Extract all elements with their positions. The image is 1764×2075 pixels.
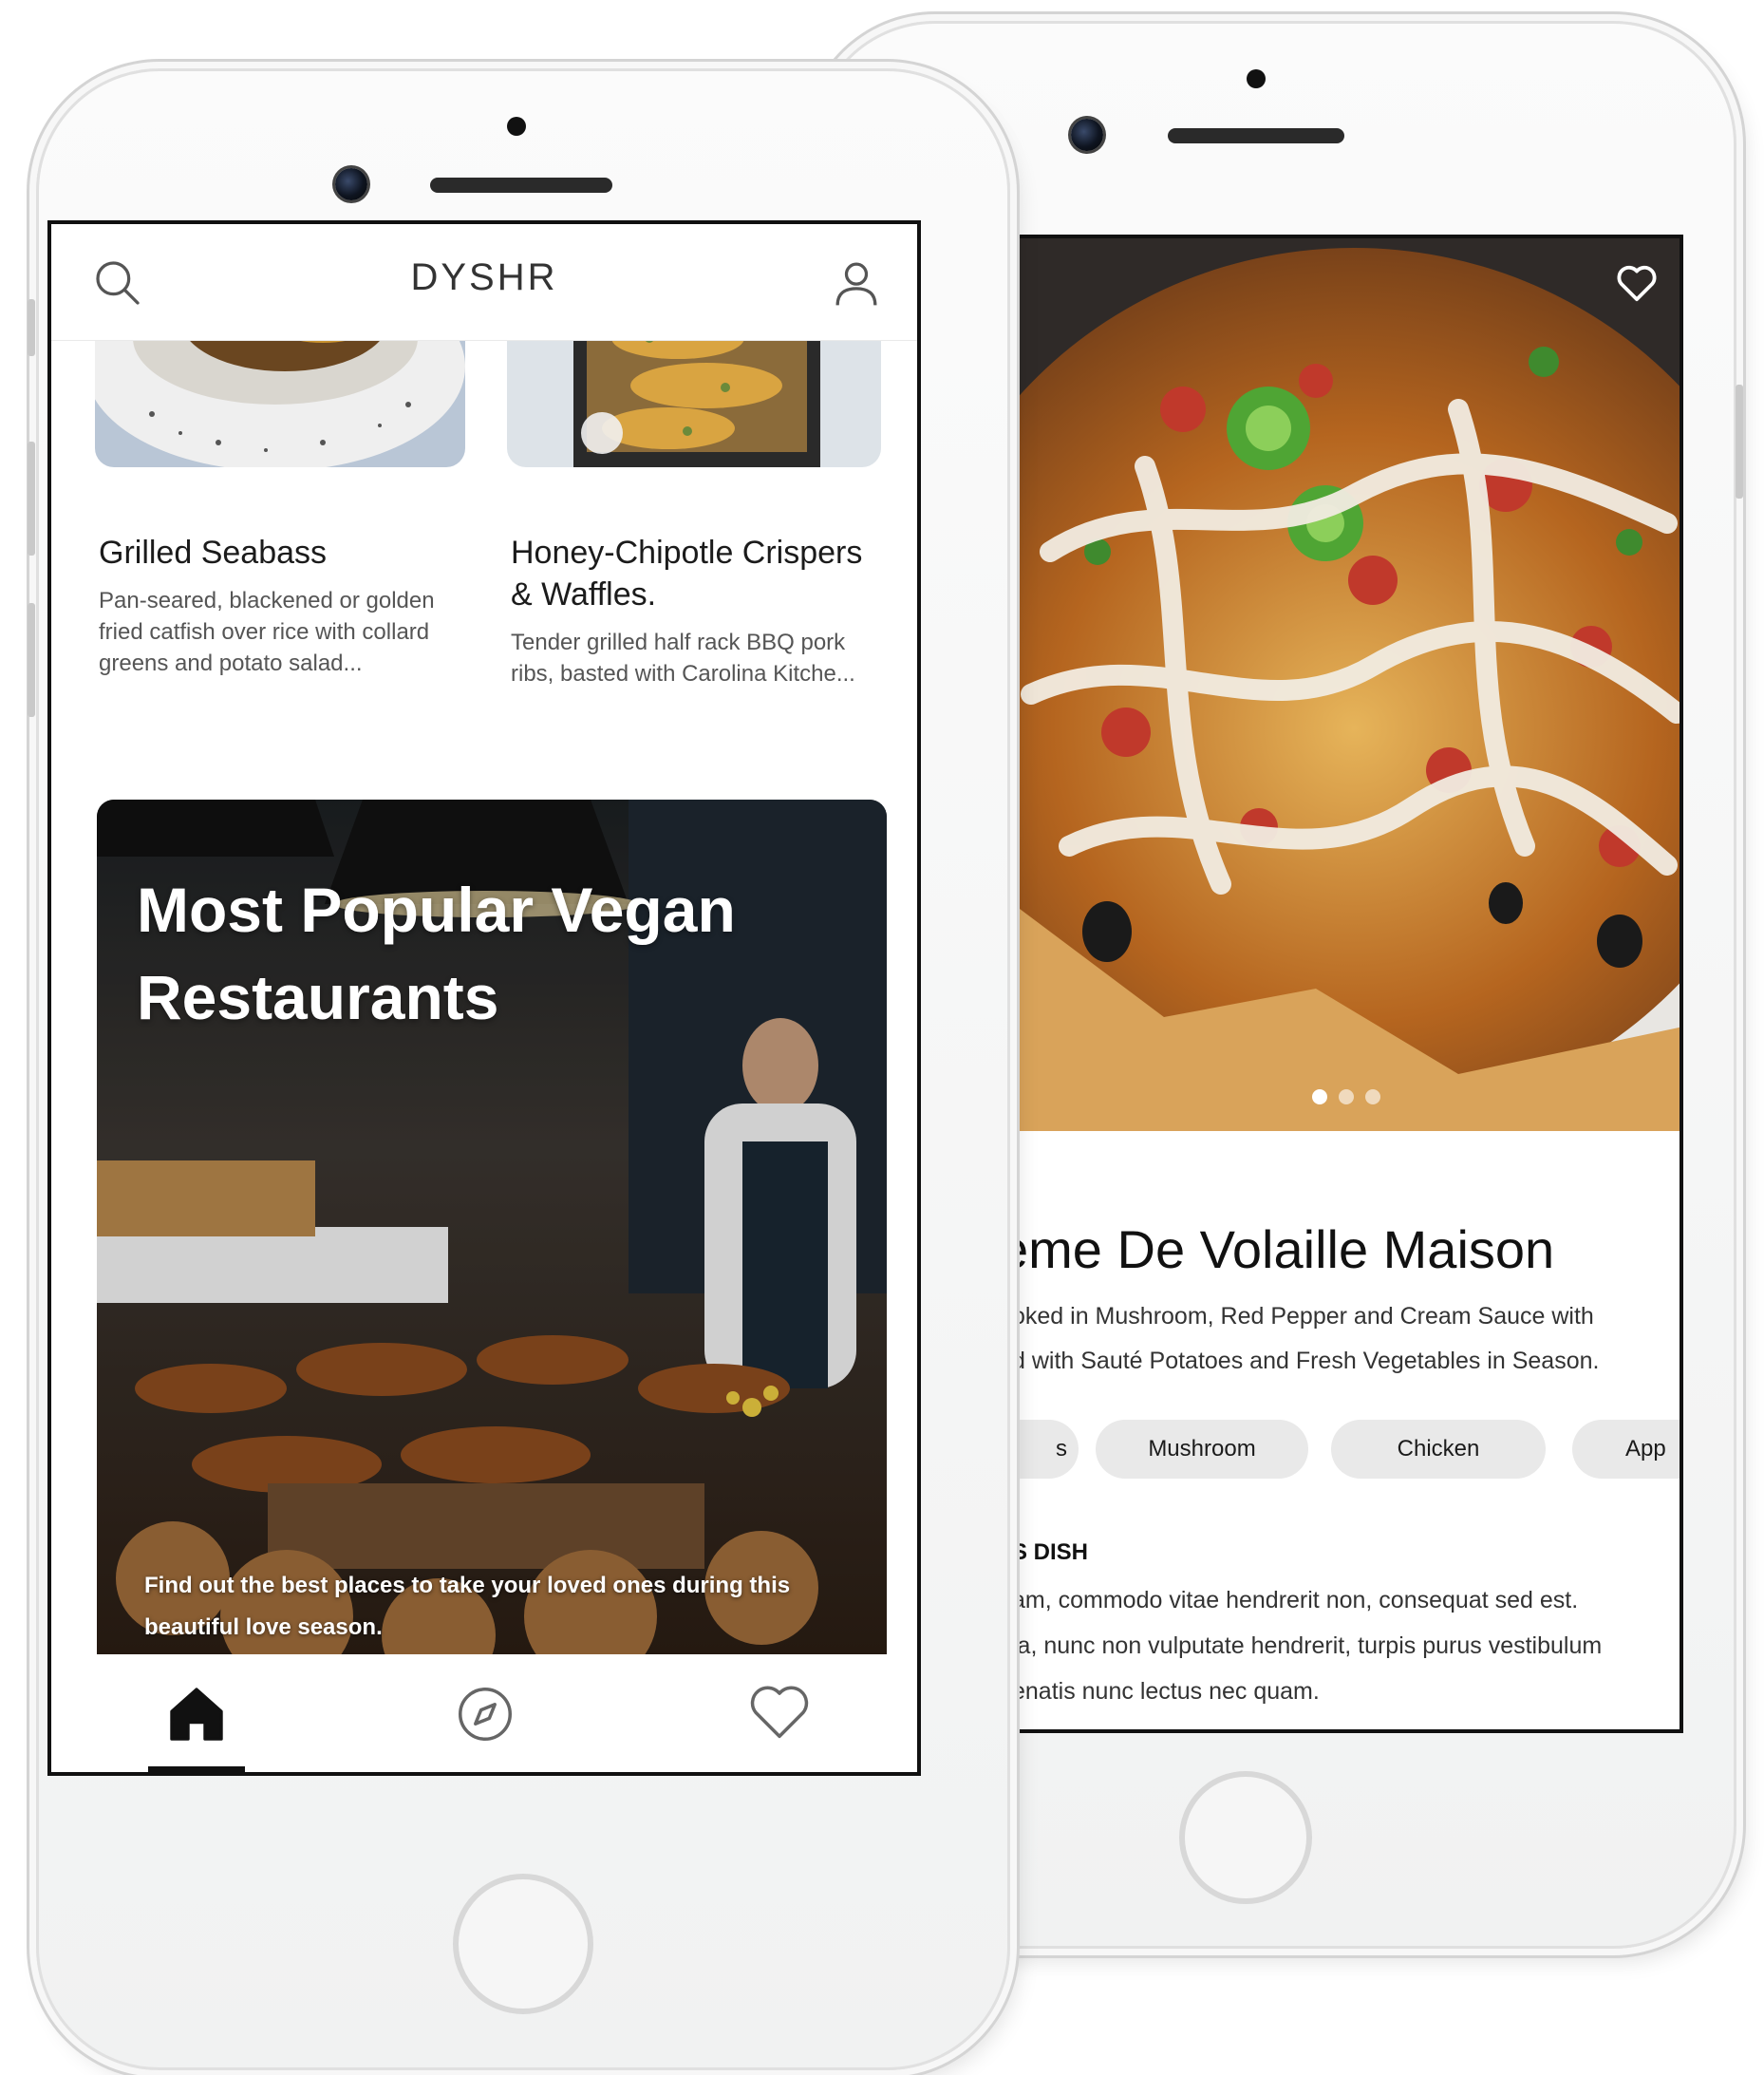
section-body: am, commodo vitae hendrerit non, consequ… <box>1012 1577 1602 1714</box>
app-brand: DYSHR <box>410 256 558 298</box>
front-camera <box>1071 119 1103 151</box>
power-button <box>1736 385 1743 499</box>
tag-chip-mushroom[interactable]: Mushroom <box>1096 1420 1308 1479</box>
compass-icon[interactable] <box>452 1681 518 1747</box>
tag-chip-chicken[interactable]: Chicken <box>1331 1420 1546 1479</box>
section-line: la, nunc non vulputate hendrerit, turpis… <box>1012 1632 1603 1659</box>
banner-title: Most Popular Vegan Restaurants <box>137 875 736 1032</box>
app-header: DYSHR <box>51 224 917 341</box>
card-title[interactable]: Grilled Seabass <box>99 532 460 574</box>
user-icon[interactable] <box>830 256 883 310</box>
tag-chip[interactable]: App <box>1572 1420 1680 1479</box>
home-icon[interactable] <box>163 1681 230 1747</box>
dish-description: oked in Mushroom, Red Pepper and Cream S… <box>1012 1294 1661 1384</box>
heart-icon[interactable] <box>746 1681 813 1747</box>
silent-switch <box>28 299 35 356</box>
carousel-dot[interactable] <box>1311 1089 1327 1104</box>
dish-description-line: d with Sauté Potatoes and Fresh Vegetabl… <box>1012 1348 1600 1374</box>
bottom-tab-bar <box>51 1654 917 1772</box>
banner-subtitle: Find out the best places to take your lo… <box>144 1573 791 1640</box>
dish-title: eme De Volaille Maison <box>1012 1219 1555 1279</box>
carousel-dot[interactable] <box>1364 1089 1380 1104</box>
home-feed-screen: DYSHR Grilled Seabass Pan-seared, blacke… <box>47 220 921 1776</box>
dish-description-line: oked in Mushroom, Red Pepper and Cream S… <box>1012 1303 1594 1330</box>
home-button[interactable] <box>453 1874 593 2014</box>
tag-chip[interactable]: s <box>1012 1420 1079 1479</box>
proximity-sensor <box>1247 69 1266 88</box>
home-button[interactable] <box>1179 1771 1312 1904</box>
card-description: Tender grilled half rack BBQ pork ribs, … <box>511 630 855 687</box>
card-description: Pan-seared, blackened or golden fried ca… <box>99 588 435 676</box>
carousel-dot[interactable] <box>1338 1089 1354 1104</box>
front-camera <box>335 168 367 200</box>
section-heading: S DISH <box>1012 1539 1089 1565</box>
card-title[interactable]: Honey-Chipotle Crispers & Waffles. <box>511 532 891 615</box>
earpiece-speaker <box>1168 128 1344 143</box>
dish-detail-screen: eme De Volaille Maison oked in Mushroom,… <box>1012 235 1683 1733</box>
carousel-dots[interactable] <box>1012 1089 1680 1108</box>
volume-down-button <box>28 603 35 717</box>
dish-photo <box>1012 238 1680 1141</box>
favorite-heart-icon[interactable] <box>1615 263 1659 303</box>
section-line: enatis nunc lectus nec quam. <box>1012 1678 1320 1705</box>
volume-up-button <box>28 442 35 556</box>
featured-banner[interactable]: Most Popular Vegan Restaurants Find out … <box>97 800 887 1673</box>
section-line: am, commodo vitae hendrerit non, consequ… <box>1012 1587 1579 1613</box>
earpiece-speaker <box>430 178 612 193</box>
active-tab-indicator <box>148 1766 245 1772</box>
proximity-sensor <box>507 117 526 136</box>
